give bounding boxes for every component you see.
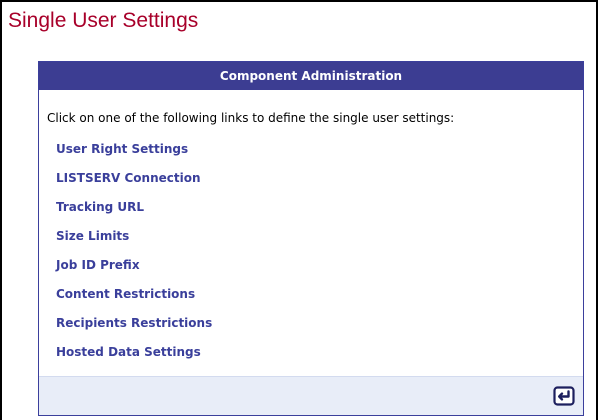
settings-link-list: User Right Settings LISTSERV Connection … bbox=[56, 141, 212, 373]
list-item: Content Restrictions bbox=[56, 286, 212, 315]
panel-header: Component Administration bbox=[39, 62, 583, 90]
component-administration-panel: Component Administration Click on one of… bbox=[38, 61, 584, 416]
tracking-url-link[interactable]: Tracking URL bbox=[56, 200, 144, 214]
list-item: Job ID Prefix bbox=[56, 257, 212, 286]
page-frame: Single User Settings Component Administr… bbox=[0, 0, 598, 420]
panel-footer bbox=[39, 376, 583, 415]
list-item: LISTSERV Connection bbox=[56, 170, 212, 199]
return-arrow-icon[interactable] bbox=[553, 385, 575, 407]
list-item: Hosted Data Settings bbox=[56, 344, 212, 373]
page-title: Single User Settings bbox=[8, 9, 199, 32]
instructions-text: Click on one of the following links to d… bbox=[47, 111, 455, 125]
listserv-connection-link[interactable]: LISTSERV Connection bbox=[56, 171, 201, 185]
list-item: Tracking URL bbox=[56, 199, 212, 228]
size-limits-link[interactable]: Size Limits bbox=[56, 229, 129, 243]
job-id-prefix-link[interactable]: Job ID Prefix bbox=[56, 258, 140, 272]
recipients-restrictions-link[interactable]: Recipients Restrictions bbox=[56, 316, 212, 330]
content-restrictions-link[interactable]: Content Restrictions bbox=[56, 287, 195, 301]
list-item: User Right Settings bbox=[56, 141, 212, 170]
list-item: Size Limits bbox=[56, 228, 212, 257]
hosted-data-settings-link[interactable]: Hosted Data Settings bbox=[56, 345, 201, 359]
list-item: Recipients Restrictions bbox=[56, 315, 212, 344]
user-right-settings-link[interactable]: User Right Settings bbox=[56, 142, 188, 156]
